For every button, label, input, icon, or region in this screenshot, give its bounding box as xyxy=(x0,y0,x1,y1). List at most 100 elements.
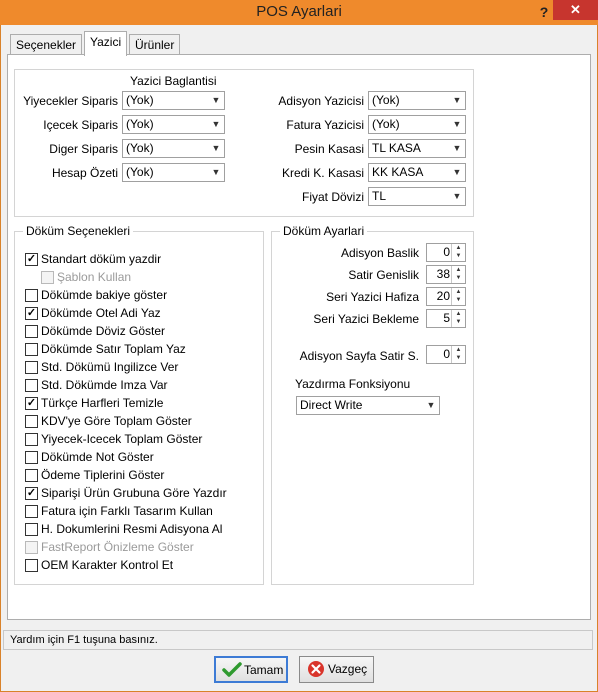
tab-panel-yazici: Yazici Baglantisi Yiyecekler Siparis (Yo… xyxy=(7,54,591,620)
label-diger-siparis: Diger Siparis xyxy=(49,142,118,156)
combo-value: (Yok) xyxy=(372,93,400,107)
checkbox-icon[interactable] xyxy=(25,451,38,464)
checkbox-icon[interactable] xyxy=(25,361,38,374)
option-label: KDV'ye Göre Toplam Göster xyxy=(41,414,192,428)
checkbox-checked-icon[interactable]: ✓ xyxy=(25,487,38,500)
combo-value: TL xyxy=(372,189,387,203)
combo-kredi-kasasi[interactable]: KK KASA ▼ xyxy=(368,163,466,182)
option-label: Dökümde Otel Adi Yaz xyxy=(41,306,161,320)
checkbox-checked-icon[interactable]: ✓ xyxy=(25,253,38,266)
check-icon xyxy=(222,662,242,677)
option-label: Dökümde bakiye göster xyxy=(41,288,168,302)
chevron-down-icon: ▼ xyxy=(211,119,221,129)
spinner-value: 0 xyxy=(443,347,450,361)
checkbox-icon[interactable] xyxy=(25,343,38,356)
ok-button[interactable]: Tamam xyxy=(214,656,288,683)
combo-pesin-kasasi[interactable]: TL KASA ▼ xyxy=(368,139,466,158)
checkbox-checked-icon[interactable]: ✓ xyxy=(25,397,38,410)
cancel-icon xyxy=(308,661,324,677)
chevron-down-icon: ▼ xyxy=(211,95,221,105)
spinner-seri-yazici-bekleme[interactable]: 5 ▲ ▼ xyxy=(426,309,466,328)
checkbox-icon[interactable] xyxy=(25,559,38,572)
option-label: Std. Dökümde Imza Var xyxy=(41,378,168,392)
combo-adisyon-yazicisi[interactable]: (Yok) ▼ xyxy=(368,91,466,110)
label-yazdirma-fonksiyonu: Yazdırma Fonksiyonu xyxy=(295,377,411,391)
chevron-down-icon: ▼ xyxy=(452,143,462,153)
combo-value: TL KASA xyxy=(372,141,421,155)
label-satir-genislik: Satir Genislik xyxy=(348,268,419,282)
label-icecek-siparis: Içecek Siparis xyxy=(43,118,118,132)
print-settings-title: Döküm Ayarlari xyxy=(280,224,368,238)
label-adisyon-sayfa-satir: Adisyon Sayfa Satir S. xyxy=(299,349,419,363)
label-fiyat-dovizi: Fiyat Dövizi xyxy=(301,190,364,204)
option-label: H. Dokumlerini Resmi Adisyona Al xyxy=(41,522,223,536)
checkbox-icon xyxy=(25,541,38,554)
combo-value: (Yok) xyxy=(126,141,154,155)
checkbox-icon[interactable] xyxy=(25,289,38,302)
option-label: Ödeme Tiplerini Göster xyxy=(41,468,165,482)
cancel-button[interactable]: Vazgeç xyxy=(299,656,374,683)
checkbox-icon[interactable] xyxy=(25,415,38,428)
spinner-adisyon-sayfa-satir[interactable]: 0 ▲ ▼ xyxy=(426,345,466,364)
window-title: POS Ayarlari xyxy=(256,3,342,20)
checkbox-icon[interactable] xyxy=(25,505,38,518)
status-bar: Yardım için F1 tuşuna basınız. xyxy=(3,630,593,650)
combo-yiyecekler-siparis[interactable]: (Yok) ▼ xyxy=(122,91,225,110)
checkbox-icon[interactable] xyxy=(25,379,38,392)
combo-icecek-siparis[interactable]: (Yok) ▼ xyxy=(122,115,225,134)
label-adisyon-yazicisi: Adisyon Yazicisi xyxy=(278,94,364,108)
label-adisyon-baslik: Adisyon Baslik xyxy=(340,246,419,260)
spinner-value: 38 xyxy=(436,267,450,281)
combo-diger-siparis[interactable]: (Yok) ▼ xyxy=(122,139,225,158)
label-seri-yazici-hafiza: Seri Yazici Hafiza xyxy=(326,290,419,304)
checkbox-checked-icon[interactable]: ✓ xyxy=(25,307,38,320)
checkbox-icon[interactable] xyxy=(25,523,38,536)
spinner-adisyon-baslik[interactable]: 0 ▲ ▼ xyxy=(426,243,466,262)
option-label: Std. Dökümü Ingilizce Ver xyxy=(41,360,179,374)
combo-yazdirma-fonksiyonu[interactable]: Direct Write ▼ xyxy=(296,396,440,415)
chevron-down-icon: ▼ xyxy=(452,191,462,201)
option-label: Dökümde Not Göster xyxy=(41,450,154,464)
option-label: Türkçe Harfleri Temizle xyxy=(41,396,164,410)
option-label: Siparişi Ürün Grubuna Göre Yazdır xyxy=(41,486,227,500)
close-button[interactable]: ✕ xyxy=(553,0,598,20)
option-label: Şablon Kullan xyxy=(57,270,132,284)
chevron-down-icon: ▼ xyxy=(211,167,221,177)
spin-arrows-icon[interactable]: ▲ ▼ xyxy=(451,244,465,261)
label-hesap-ozeti: Hesap Özeti xyxy=(51,166,118,180)
label-seri-yazici-bekleme: Seri Yazici Bekleme xyxy=(313,312,419,326)
printer-connection-title: Yazici Baglantisi xyxy=(130,74,217,88)
tab-secenekler[interactable]: Seçenekler xyxy=(10,34,83,55)
checkbox-icon[interactable] xyxy=(25,325,38,338)
label-fatura-yazicisi: Fatura Yazicisi xyxy=(286,118,364,132)
spin-arrows-icon[interactable]: ▲ ▼ xyxy=(451,310,465,327)
chevron-down-icon: ▼ xyxy=(426,400,436,410)
combo-fatura-yazicisi[interactable]: (Yok) ▼ xyxy=(368,115,466,134)
chevron-down-icon: ▼ xyxy=(452,95,462,105)
spinner-seri-yazici-hafiza[interactable]: 20 ▲ ▼ xyxy=(426,287,466,306)
ok-button-label: Tamam xyxy=(244,663,284,677)
chevron-down-icon: ▼ xyxy=(211,143,221,153)
spinner-value: 0 xyxy=(443,245,450,259)
option-label: Standart döküm yazdir xyxy=(41,252,162,266)
combo-hesap-ozeti[interactable]: (Yok) ▼ xyxy=(122,163,225,182)
label-pesin-kasasi: Pesin Kasasi xyxy=(294,142,364,156)
spin-arrows-icon[interactable]: ▲ ▼ xyxy=(451,346,465,363)
help-button[interactable]: ? xyxy=(537,1,551,23)
label-kredi-kasasi: Kredi K. Kasasi xyxy=(281,166,364,180)
title-bar: POS Ayarlari ? ✕ xyxy=(0,0,598,26)
spinner-satir-genislik[interactable]: 38 ▲ ▼ xyxy=(426,265,466,284)
combo-value: (Yok) xyxy=(126,93,154,107)
tab-urunler[interactable]: Ürünler xyxy=(129,34,181,55)
combo-value: (Yok) xyxy=(126,165,154,179)
spin-arrows-icon[interactable]: ▲ ▼ xyxy=(451,266,465,283)
print-options-title: Döküm Seçenekleri xyxy=(23,224,134,238)
checkbox-icon[interactable] xyxy=(25,469,38,482)
combo-fiyat-dovizi[interactable]: TL ▼ xyxy=(368,187,466,206)
combo-value: KK KASA xyxy=(372,165,424,179)
tab-yazici[interactable]: Yazici xyxy=(84,31,128,56)
checkbox-icon[interactable] xyxy=(25,433,38,446)
option-label: Yiyecek-Icecek Toplam Göster xyxy=(41,432,203,446)
spin-arrows-icon[interactable]: ▲ ▼ xyxy=(451,288,465,305)
checkbox-icon xyxy=(41,271,54,284)
